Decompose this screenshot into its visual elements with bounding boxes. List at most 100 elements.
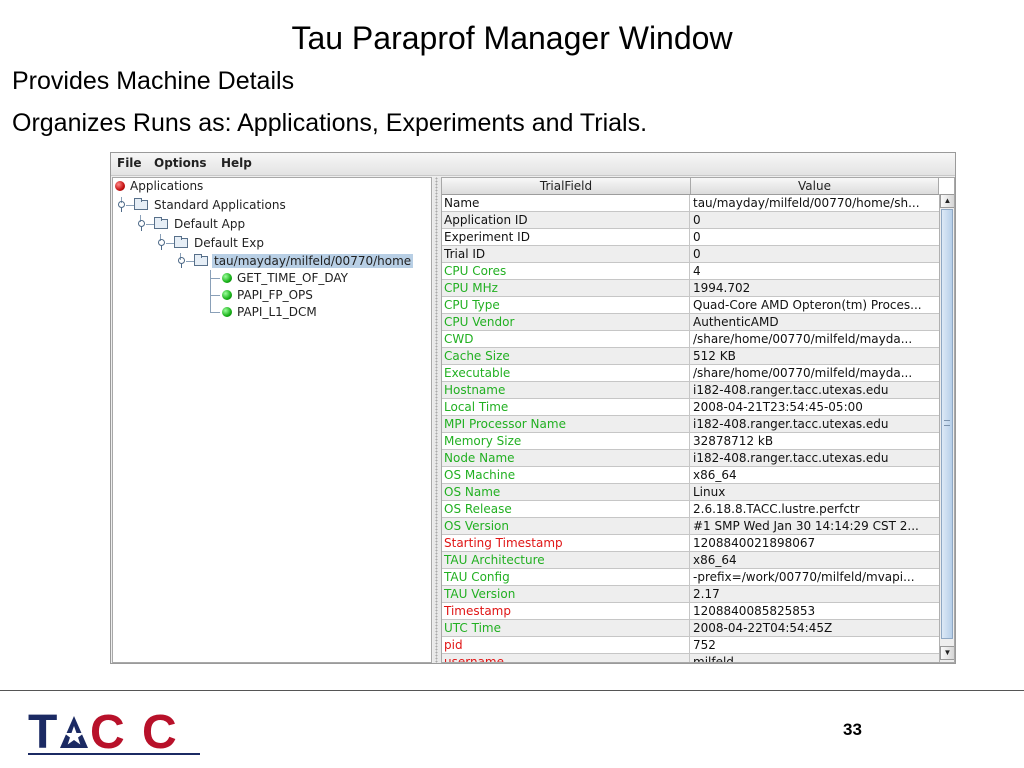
slide-title: Tau Paraprof Manager Window [291,20,733,56]
trial-field-cell: username [442,654,690,662]
svg-text:T: T [28,706,57,756]
table-row[interactable]: CPU Vendor AuthenticAMD [442,314,939,331]
tree-label: Default App [174,217,246,231]
trial-field-cell: OS Version [442,518,690,534]
table-row[interactable]: Starting Timestamp 1208840021898067 [442,535,939,552]
table-row[interactable]: Local Time 2008-04-21T23:54:45-05:00 [442,399,939,416]
tree-node-default-exp[interactable]: Default Exp [154,235,414,253]
value-cell: tau/mayday/milfeld/00770/home/sh... [693,196,920,210]
menu-file[interactable]: File [117,156,142,170]
trial-field-cell: Local Time [442,399,690,415]
tree-label: PAPI_L1_DCM [237,305,317,319]
table-row[interactable]: TAU Config -prefix=/work/00770/milfeld/mv… [442,569,939,586]
table-row[interactable]: pid 752 [442,637,939,654]
table-row[interactable]: OS Release 2.6.18.8.TACC.lustre.perfctr [442,501,939,518]
value-cell: milfeld [693,655,734,663]
value-cell: -prefix=/work/00770/milfeld/mvapi... [693,570,915,584]
table-row[interactable]: Trial ID 0 [442,246,939,263]
table-row[interactable]: MPI Processor Name i182-408.ranger.tacc.u… [442,416,939,433]
column-header-trialfield[interactable]: TrialField [442,178,691,194]
value-cell: /share/home/00770/milfeld/mayda... [693,332,913,346]
tree-label: GET_TIME_OF_DAY [237,271,348,285]
value-cell: 1208840021898067 [693,536,816,550]
tree-node-metric[interactable]: PAPI_FP_OPS [204,287,424,305]
table-row[interactable]: CPU Type Quad-Core AMD Opteron(tm) Proces… [442,297,939,314]
table-row[interactable]: CWD/share/home/00770/milfeld/mayda... [442,331,939,348]
table-row[interactable]: Node Name i182-408.ranger.tacc.utexas.edu [442,450,939,467]
table-row[interactable]: TAU Architecture x86_64 [442,552,939,569]
trial-field-cell: CPU MHz [442,280,690,296]
tree-toggle-icon[interactable] [178,257,185,268]
table-header: TrialField Value [442,178,939,195]
value-cell: 2.17 [693,587,720,601]
trial-field-cell: Name [442,195,690,211]
table-row[interactable]: UTC Time 2008-04-22T04:54:45Z [442,620,939,637]
tree-toggle-icon[interactable] [118,201,125,212]
green-ball-icon [222,290,232,300]
table-row[interactable]: Hostname i182-408.ranger.tacc.utexas.edu [442,382,939,399]
svg-text:C: C [90,706,125,756]
value-cell: i182-408.ranger.tacc.utexas.edu [693,417,889,431]
trial-field-cell: CWD [442,331,690,347]
trial-field-cell: UTC Time [442,620,690,636]
table-row[interactable]: Timestamp 1208840085825853 [442,603,939,620]
trial-field-cell: TAU Architecture [442,552,690,568]
trial-field-cell: Experiment ID [442,229,690,245]
table-row[interactable]: OS Version #1 SMP Wed Jan 30 14:14:29 CST… [442,518,939,535]
tree-toggle-icon[interactable] [158,239,165,250]
trial-field-cell: OS Name [442,484,690,500]
column-header-value[interactable]: Value [691,178,939,194]
folder-icon [194,254,208,266]
value-cell: 0 [693,247,701,261]
table-row[interactable]: Memory Size 32878712 kB [442,433,939,450]
value-cell: 2008-04-21T23:54:45-05:00 [693,400,863,414]
tree-node-trial[interactable]: tau/mayday/milfeld/00770/home [174,253,431,271]
arrow-up-icon[interactable]: ▲ [940,194,954,208]
table-row[interactable]: Name tau/mayday/milfeld/00770/home/sh... [442,195,939,212]
value-cell: 2008-04-22T04:54:45Z [693,621,833,635]
value-cell: /share/home/00770/milfeld/mayda... [693,366,913,380]
value-cell: 2.6.18.8.TACC.lustre.perfctr [693,502,860,516]
tree-node-metric[interactable]: PAPI_L1_DCM [204,304,424,322]
tree-label: PAPI_FP_OPS [237,288,313,302]
arrow-down-icon[interactable]: ▼ [940,646,954,660]
table-row[interactable]: CPU MHz 1994.702 [442,280,939,297]
application-tree: Applications Standard Applications Defau… [112,177,432,663]
trial-field-cell: Memory Size [442,433,690,449]
trial-field-cell: MPI Processor Name [442,416,690,432]
table-row[interactable]: OS Name Linux [442,484,939,501]
table-row[interactable]: TAU Version 2.17 [442,586,939,603]
value-cell: 1208840085825853 [693,604,816,618]
table-row[interactable]: Executable/share/home/00770/milfeld/mayd… [442,365,939,382]
red-ball-icon [115,181,125,191]
menu-help[interactable]: Help [221,156,252,170]
menu-options[interactable]: Options [154,156,207,170]
bullet-organizes-runs: Organizes Runs as: Applications, Experim… [12,109,648,137]
value-cell: 0 [693,213,701,227]
folder-icon [174,236,188,248]
table-row[interactable]: Application ID 0 [442,212,939,229]
trial-field-cell: Cache Size [442,348,690,364]
split-pane-divider[interactable] [433,177,441,663]
tacc-logo: T C C [28,704,204,759]
tree-label: Standard Applications [154,198,286,212]
green-ball-icon [222,273,232,283]
table-row[interactable]: username milfeld [442,654,939,663]
table-row[interactable]: Experiment ID 0 [442,229,939,246]
tree-node-metric[interactable]: GET_TIME_OF_DAY [204,270,424,288]
table-row[interactable]: OS Machine x86_64 [442,467,939,484]
value-cell: 0 [693,230,701,244]
trial-field-table: TrialField Value Name tau/mayday/milfeld/… [441,177,955,663]
tree-label: Default Exp [194,236,264,250]
table-row[interactable]: CPU Cores 4 [442,263,939,280]
tree-node-default-app[interactable]: Default App [134,216,414,234]
value-cell: 512 KB [693,349,736,363]
table-vertical-scrollbar[interactable]: ▲ ▼ [939,194,954,662]
tree-node-standard-applications[interactable]: Standard Applications [114,197,414,215]
table-row[interactable]: Cache Size 512 KB [442,348,939,365]
vertical-scroll-thumb[interactable] [941,209,953,639]
tree-toggle-icon[interactable] [138,220,145,231]
trial-field-cell: CPU Cores [442,263,690,279]
trial-field-cell: CPU Vendor [442,314,690,330]
folder-icon [134,198,148,210]
